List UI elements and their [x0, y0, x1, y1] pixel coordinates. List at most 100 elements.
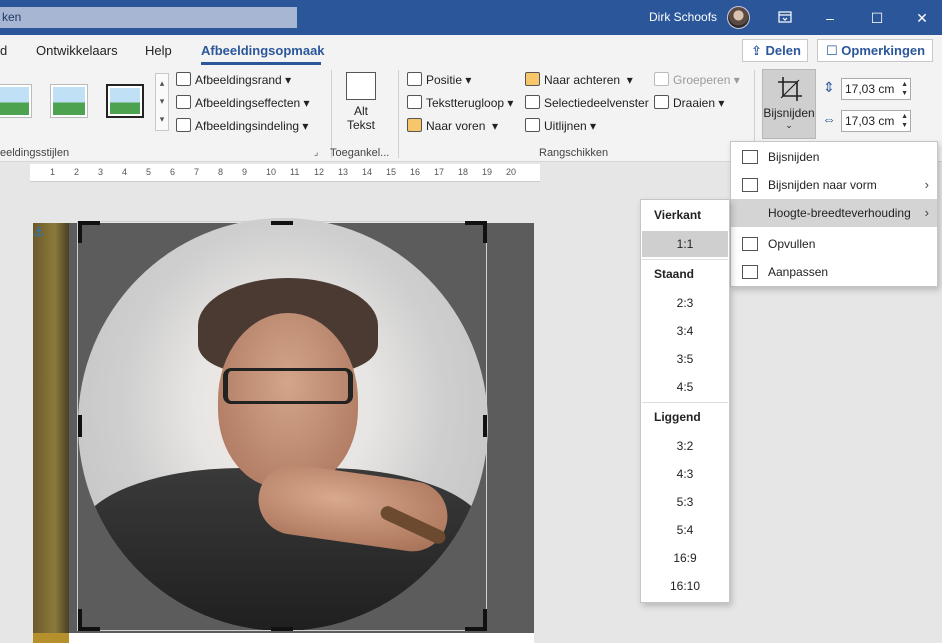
share-icon: ⇪: [751, 43, 766, 58]
crop-handle-left[interactable]: [78, 415, 82, 437]
aspect-option-16-10[interactable]: 16:10: [642, 573, 728, 599]
user-name[interactable]: Dirk Schoofs: [649, 10, 717, 24]
fit-icon: [742, 265, 758, 279]
align-icon: [525, 118, 540, 132]
dialog-launcher-icon[interactable]: ⌟: [314, 147, 318, 158]
rotate-button[interactable]: Draaien ▾: [654, 94, 724, 112]
aspect-option-16-9[interactable]: 16:9: [642, 545, 728, 571]
wrap-text-button[interactable]: Tekstterugloop ▾: [407, 94, 513, 112]
ribbon-display-icon[interactable]: [775, 8, 795, 28]
alt-text-icon: [346, 72, 376, 100]
tab-developer[interactable]: Ontwikkelaars: [36, 43, 118, 58]
shape-width-icon: ⇔: [822, 111, 836, 127]
rotate-icon: [654, 95, 669, 109]
gallery-scroll[interactable]: ▴ ▾ ▾: [155, 73, 169, 131]
aspect-option-5-3[interactable]: 5:3: [642, 489, 728, 515]
menu-item-crop-to-shape[interactable]: Bijsnijden naar vorm ›: [731, 171, 937, 199]
comment-icon: ☐: [826, 43, 842, 58]
send-backward-icon: [525, 72, 540, 86]
page-strip: [69, 633, 534, 643]
menu-item-crop[interactable]: Bijsnijden: [731, 143, 937, 171]
aspect-option-3-2[interactable]: 3:2: [642, 433, 728, 459]
ruler-tick-label: 11: [290, 167, 300, 177]
crop-handle-bottom-right[interactable]: [483, 609, 487, 631]
align-button[interactable]: Uitlijnen ▾: [525, 117, 596, 135]
crop-button[interactable]: Bijsnijden ⌄: [762, 69, 816, 139]
aspect-ratio-submenu: Vierkant 1:1 Staand 2:3 3:4 3:5 4:5 Ligg…: [640, 199, 730, 603]
picture-edge: [33, 633, 69, 643]
tab-partial[interactable]: d: [0, 43, 7, 58]
avatar[interactable]: [727, 6, 750, 29]
crop-dropdown-menu: Bijsnijden Bijsnijden naar vorm › Hoogte…: [730, 141, 938, 287]
crop-handle-top-right[interactable]: [483, 221, 487, 243]
shape-height-icon: ⇕: [823, 79, 835, 95]
position-button[interactable]: Positie ▾: [407, 71, 471, 89]
section-heading-square: Vierkant: [654, 208, 702, 222]
minimize-button[interactable]: –: [820, 8, 840, 28]
share-button[interactable]: ⇪ Delen: [742, 39, 808, 62]
wrap-text-icon: [407, 95, 422, 109]
picture-effects-button[interactable]: Afbeeldingseffecten ▾: [176, 94, 310, 112]
section-heading-portrait: Staand: [654, 267, 695, 281]
picture-style-thumb[interactable]: [50, 84, 88, 118]
picture-style-thumb[interactable]: [106, 84, 144, 118]
picture-style-thumb[interactable]: [0, 84, 32, 118]
menu-item-fit[interactable]: Aanpassen: [731, 258, 937, 286]
ruler-tick-label: 14: [362, 167, 373, 177]
group-label-arrange: Rangschikken: [539, 147, 609, 159]
crop-handle-right[interactable]: [483, 415, 487, 437]
crop-handle-top[interactable]: [271, 221, 293, 225]
group-separator: [398, 70, 399, 158]
ruler-tick-label: 7: [194, 167, 200, 177]
aspect-option-4-3[interactable]: 4:3: [642, 461, 728, 487]
ruler-tick-label: 12: [314, 167, 325, 177]
aspect-option-1-1[interactable]: 1:1: [642, 231, 728, 257]
picture-border-icon: [176, 72, 191, 86]
ruler-tick-label: 1: [50, 167, 56, 177]
aspect-option-3-5[interactable]: 3:5: [642, 346, 728, 372]
menu-separator: [642, 402, 728, 403]
ruler-tick-label: 19: [482, 167, 493, 177]
maximize-button[interactable]: ☐: [867, 8, 887, 28]
ruler-tick-label: 10: [266, 167, 277, 177]
ruler-tick-label: 5: [146, 167, 152, 177]
title-bar: ken Dirk Schoofs – ☐ ✕: [0, 0, 942, 35]
anchor-icon[interactable]: ⚓: [33, 224, 45, 240]
search-box[interactable]: ken: [0, 7, 297, 28]
crop-handle-top-left[interactable]: [78, 221, 82, 243]
selection-pane-button[interactable]: Selectiedeelvenster: [525, 94, 649, 112]
close-button[interactable]: ✕: [912, 8, 932, 28]
ruler-tick-label: 17: [434, 167, 445, 177]
send-backward-button[interactable]: Naar achteren ▾: [525, 71, 633, 89]
group-label-styles: eeldingsstijlen: [0, 147, 70, 159]
ruler-tick-label: 4: [122, 167, 128, 177]
bring-forward-button[interactable]: Naar voren ▾: [407, 117, 498, 135]
picture-layout-button[interactable]: Afbeeldingsindeling ▾: [176, 117, 308, 135]
comments-button[interactable]: ☐ Opmerkingen: [817, 39, 933, 62]
tab-help[interactable]: Help: [145, 43, 172, 58]
aspect-option-2-3[interactable]: 2:3: [642, 290, 728, 316]
alt-text-button[interactable]: Alt Tekst: [341, 72, 381, 132]
ruler-tick-label: 2: [74, 167, 80, 177]
horizontal-ruler[interactable]: 1 2 3 4 5 6 7 8 9 10 11 12 13 14 15 16 17 18 19 20: [30, 164, 540, 182]
picture-border-button[interactable]: Afbeeldingsrand ▾: [176, 71, 291, 89]
ruler-tick-label: 3: [98, 167, 104, 177]
crop-handle-bottom-left[interactable]: [78, 609, 82, 631]
chevron-down-icon: ⌄: [785, 120, 793, 130]
group-objects-button: Groeperen ▾: [654, 71, 740, 89]
aspect-option-3-4[interactable]: 3:4: [642, 318, 728, 344]
tab-picture-format[interactable]: Afbeeldingsopmaak: [201, 43, 325, 58]
position-icon: [407, 72, 422, 86]
ruler-tick-label: 8: [218, 167, 224, 177]
aspect-option-4-5[interactable]: 4:5: [642, 374, 728, 400]
ruler-tick-label: 6: [170, 167, 176, 177]
ruler-tick-label: 18: [458, 167, 469, 177]
menu-item-aspect-ratio[interactable]: Hoogte-breedteverhouding ›: [731, 199, 937, 227]
crop-handle-bottom[interactable]: [271, 627, 293, 631]
aspect-option-5-4[interactable]: 5:4: [642, 517, 728, 543]
menu-item-fill[interactable]: Opvullen: [731, 230, 937, 258]
height-field[interactable]: 17,03 cm ▲ ▼: [841, 78, 911, 100]
ruler-tick-label: 20: [506, 167, 517, 177]
share-label: Delen: [765, 43, 801, 58]
width-field[interactable]: 17,03 cm ▲ ▼: [841, 110, 911, 132]
